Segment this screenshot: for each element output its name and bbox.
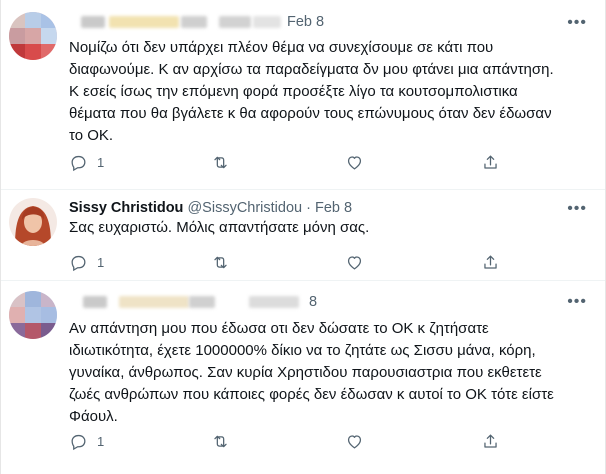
avatar[interactable] bbox=[9, 291, 57, 339]
like-icon bbox=[347, 434, 362, 448]
timeline: Feb 8 ••• Νομίζω ότι δεν υπάρχει πλέον θ… bbox=[0, 0, 606, 474]
separator-dot: · bbox=[306, 200, 311, 216]
share-button[interactable] bbox=[481, 429, 500, 453]
like-icon bbox=[347, 255, 362, 269]
obscured-name bbox=[109, 16, 179, 28]
reply-count: 1 bbox=[97, 433, 105, 449]
obscured-name bbox=[81, 16, 105, 28]
obscured-name bbox=[83, 296, 107, 308]
reply-icon bbox=[71, 255, 86, 271]
obscured-handle bbox=[181, 16, 207, 28]
reply-button[interactable]: 1 bbox=[69, 250, 104, 274]
more-icon[interactable]: ••• bbox=[567, 15, 587, 31]
tweet-date[interactable]: 8 bbox=[309, 292, 317, 312]
tweet-text: Σας ευχαριστώ. Μόλις απαντήσατε μόνη σας… bbox=[69, 219, 370, 236]
tweet-actions: 1 bbox=[61, 150, 521, 174]
tweet-2[interactable]: Sissy Christidou @SissyChristidou · Feb … bbox=[1, 190, 605, 281]
reply-icon bbox=[71, 434, 86, 450]
share-button[interactable] bbox=[481, 150, 500, 174]
retweet-button[interactable] bbox=[211, 150, 230, 174]
more-icon[interactable]: ••• bbox=[567, 294, 587, 310]
share-icon bbox=[484, 155, 497, 169]
reply-icon bbox=[71, 155, 86, 171]
like-button[interactable] bbox=[345, 250, 364, 274]
retweet-icon bbox=[214, 435, 227, 447]
share-icon bbox=[484, 255, 497, 269]
tweet-header: 8 bbox=[69, 292, 329, 312]
retweet-icon bbox=[214, 256, 227, 268]
tweet-1[interactable]: Feb 8 ••• Νομίζω ότι δεν υπάρχει πλέον θ… bbox=[1, 0, 605, 190]
share-button[interactable] bbox=[481, 250, 500, 274]
share-icon bbox=[484, 434, 497, 448]
obscured-handle bbox=[189, 296, 215, 308]
like-button[interactable] bbox=[345, 150, 364, 174]
retweet-button[interactable] bbox=[211, 250, 230, 274]
tweet-text: Αν απάντηση μου που έδωσα οτι δεν δώσατε… bbox=[69, 320, 554, 425]
like-button[interactable] bbox=[345, 429, 364, 453]
tweet-text: Νομίζω ότι δεν υπάρχει πλέον θέμα να συν… bbox=[69, 39, 554, 144]
retweet-icon bbox=[214, 156, 227, 168]
avatar[interactable] bbox=[9, 12, 57, 60]
retweet-button[interactable] bbox=[211, 429, 230, 453]
tweet-actions: 1 bbox=[61, 429, 521, 453]
reply-button[interactable]: 1 bbox=[69, 429, 104, 453]
obscured-handle bbox=[249, 296, 299, 308]
reply-button[interactable]: 1 bbox=[69, 150, 104, 174]
author-handle[interactable]: @SissyChristidou bbox=[187, 200, 302, 216]
author-name[interactable]: Sissy Christidou bbox=[69, 200, 183, 216]
like-icon bbox=[347, 155, 362, 169]
avatar[interactable] bbox=[9, 198, 57, 246]
reply-count: 1 bbox=[97, 154, 105, 170]
tweet-actions: 1 bbox=[61, 250, 521, 274]
obscured-handle bbox=[253, 16, 281, 28]
tweet-header: Sissy Christidou @SissyChristidou · Feb … bbox=[69, 198, 352, 218]
tweet-date[interactable]: Feb 8 bbox=[315, 200, 352, 216]
more-icon[interactable]: ••• bbox=[567, 201, 587, 217]
reply-count: 1 bbox=[97, 254, 105, 270]
obscured-handle bbox=[219, 16, 251, 28]
obscured-name bbox=[119, 296, 189, 308]
tweet-3[interactable]: 8 ••• Αν απάντηση μου που έδωσα οτι δεν … bbox=[1, 281, 605, 474]
tweet-header: Feb 8 bbox=[69, 12, 329, 32]
tweet-date[interactable]: Feb 8 bbox=[287, 12, 324, 32]
